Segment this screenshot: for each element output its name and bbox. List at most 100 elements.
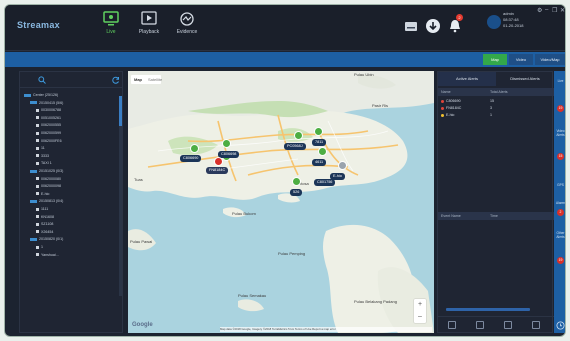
clock-icon[interactable] bbox=[556, 321, 565, 330]
minimize-icon[interactable]: – bbox=[545, 7, 548, 13]
vehicle-marker-label[interactable]: E-hio bbox=[330, 173, 345, 180]
download-icon[interactable] bbox=[425, 18, 441, 34]
tree-group-item[interactable]: 20150813 (0/4) bbox=[30, 198, 63, 204]
vehicle-marker-icon[interactable] bbox=[318, 147, 327, 156]
vehicle-marker-icon[interactable] bbox=[338, 161, 347, 170]
map-type-satellite-button[interactable]: Satellite bbox=[145, 77, 165, 82]
vehicle-marker-icon[interactable] bbox=[190, 144, 199, 153]
alarm-marker-icon[interactable] bbox=[214, 157, 223, 166]
sidebar-item-other-alerts[interactable]: Other Alerts bbox=[556, 231, 565, 239]
tree-item-label: Center (25/126) bbox=[33, 93, 59, 97]
vehicle-marker-icon[interactable] bbox=[292, 177, 301, 186]
logo-text: Streamax bbox=[17, 20, 60, 30]
map-view[interactable]: Map Satellite Pulau Ubin Pasir Ris Pulau … bbox=[128, 71, 434, 333]
vehicle-marker-label[interactable]: PC0568J bbox=[284, 143, 306, 150]
tree-vehicle-item[interactable]: 1111 bbox=[36, 206, 48, 212]
vehicle-marker-label[interactable]: FN8184C bbox=[206, 167, 229, 174]
sidebar-badge: 15 bbox=[557, 153, 564, 160]
tree-vehicle-item[interactable]: 0062000555 bbox=[36, 122, 61, 128]
storage-icon[interactable] bbox=[403, 18, 419, 34]
refresh-icon[interactable] bbox=[112, 76, 120, 84]
alert-name: E-hio bbox=[446, 113, 455, 117]
checkbox-icon bbox=[36, 146, 39, 150]
tree-vehicle-item[interactable]: SZ1108 bbox=[36, 221, 53, 227]
tree-vehicle-item[interactable]: 0062000098 bbox=[36, 183, 61, 189]
tree-vehicle-item[interactable]: TAXI 1 bbox=[36, 160, 52, 166]
sidebar-badge: 2 bbox=[557, 209, 564, 216]
tree-vehicle-item[interactable]: 0030006788 bbox=[36, 107, 61, 113]
vehicle-marker-icon[interactable] bbox=[314, 127, 323, 136]
vehicle-marker-icon[interactable] bbox=[294, 131, 303, 140]
tree-vehicle-item[interactable]: 3333 bbox=[36, 153, 49, 159]
nav-playback-button[interactable]: Playback bbox=[131, 9, 167, 49]
tree-item-label: 20150820 (0/1) bbox=[39, 237, 64, 242]
tree-item-label: 20150415 (5/6) bbox=[39, 100, 64, 105]
events-scrollbar[interactable] bbox=[446, 308, 530, 311]
tree-item-label: 0051005261 bbox=[41, 115, 61, 120]
tree-vehicle-item[interactable]: E-hio bbox=[36, 191, 49, 197]
checkbox-icon bbox=[36, 108, 39, 112]
map-canvas bbox=[128, 71, 434, 333]
tree-vehicle-item[interactable]: 0062000080 bbox=[36, 176, 61, 182]
vehicle-marker-label[interactable]: 4611 bbox=[312, 159, 327, 166]
tree-group-item[interactable]: 20150415 (5/6) bbox=[30, 100, 63, 106]
alert-row[interactable]: FN8184C 3 bbox=[438, 105, 554, 111]
alert-row[interactable]: E-hio 1 bbox=[438, 112, 554, 118]
alert-row[interactable]: C806690 15 bbox=[438, 98, 554, 104]
tab-video-map[interactable]: Video/Map bbox=[535, 54, 565, 65]
tree-scrollbar[interactable] bbox=[119, 96, 122, 296]
tree-vehicle-item[interactable]: Yanshuai... bbox=[36, 252, 59, 258]
sidebar-item-live[interactable]: Live bbox=[556, 79, 565, 83]
checkbox-icon bbox=[36, 123, 39, 127]
user-date: 01-20-2018 bbox=[503, 23, 524, 28]
tab-video[interactable]: Video bbox=[509, 54, 533, 65]
search-icon[interactable] bbox=[38, 76, 46, 84]
tree-vehicle-item[interactable]: 0062000FE6 bbox=[36, 138, 62, 144]
tab-map[interactable]: Map bbox=[483, 54, 507, 65]
tree-vehicle-item[interactable]: 0051005261 bbox=[36, 115, 61, 121]
tree-root-item[interactable]: Center (25/126) bbox=[24, 92, 58, 98]
close-icon[interactable]: ✕ bbox=[560, 7, 565, 14]
zoom-in-button[interactable]: + bbox=[414, 299, 426, 311]
vehicle-marker-label[interactable]: 526 bbox=[290, 189, 303, 196]
sidebar-badge: 19 bbox=[557, 105, 564, 112]
checkbox-icon bbox=[36, 230, 39, 234]
nav-evidence-button[interactable]: Evidence bbox=[169, 9, 205, 49]
alerts-toolbar bbox=[438, 316, 554, 332]
restore-icon[interactable]: ❐ bbox=[552, 7, 557, 14]
vehicle-marker-label[interactable]: C801756 bbox=[314, 179, 336, 186]
tree-vehicle-item[interactable]: 11 bbox=[36, 145, 45, 151]
tree-vehicle-item[interactable]: KN1608 bbox=[36, 214, 54, 220]
sidebar-item-gps[interactable]: GPS bbox=[556, 183, 565, 187]
settings-icon[interactable]: ⚙ bbox=[537, 7, 542, 14]
app-logo: Streamax bbox=[17, 20, 60, 30]
tab-dismissed-alerts[interactable]: Dismissed Alerts bbox=[496, 72, 554, 86]
tree-group-item[interactable]: 20150820 (0/1) bbox=[30, 236, 63, 242]
vehicle-marker-label[interactable]: 7811 bbox=[312, 139, 327, 146]
avatar[interactable] bbox=[487, 15, 501, 29]
tree-vehicle-item[interactable]: 1 bbox=[36, 244, 43, 250]
tab-active-alerts[interactable]: Active Alerts bbox=[438, 72, 496, 86]
tree-item-label: 0062000098 bbox=[41, 184, 61, 189]
zoom-out-button[interactable]: – bbox=[414, 311, 426, 323]
nav-live-button[interactable]: Live bbox=[93, 9, 129, 49]
tree-vehicle-item[interactable]: 0062000599 bbox=[36, 130, 61, 136]
nav-playback-label: Playback bbox=[138, 29, 160, 35]
vehicle-marker-icon[interactable] bbox=[222, 139, 231, 148]
map-type-map-button[interactable]: Map bbox=[131, 77, 145, 82]
tree-group-item[interactable]: 20151025 (0/3) bbox=[30, 168, 63, 174]
vehicle-marker-label[interactable]: C806690 bbox=[180, 155, 202, 162]
folder-icon bbox=[30, 237, 37, 241]
tree-vehicle-item[interactable]: X26454 bbox=[36, 229, 53, 235]
tree-item-label: 20151025 (0/3) bbox=[39, 169, 64, 173]
sidebar-item-video-alerts[interactable]: Video Alerts bbox=[556, 129, 565, 137]
settings-icon[interactable] bbox=[532, 321, 540, 329]
tree-item-label: Yanshuai... bbox=[41, 252, 59, 257]
google-logo: Google bbox=[132, 322, 153, 328]
place-label-pulau-ubin: Pulau Ubin bbox=[354, 72, 374, 77]
export-icon[interactable] bbox=[448, 321, 456, 329]
sidebar-item-alarms[interactable]: Alarms bbox=[556, 201, 565, 205]
sidebar-label: Video Alerts bbox=[556, 129, 565, 137]
filter-icon[interactable] bbox=[476, 321, 484, 329]
clear-icon[interactable] bbox=[504, 321, 512, 329]
